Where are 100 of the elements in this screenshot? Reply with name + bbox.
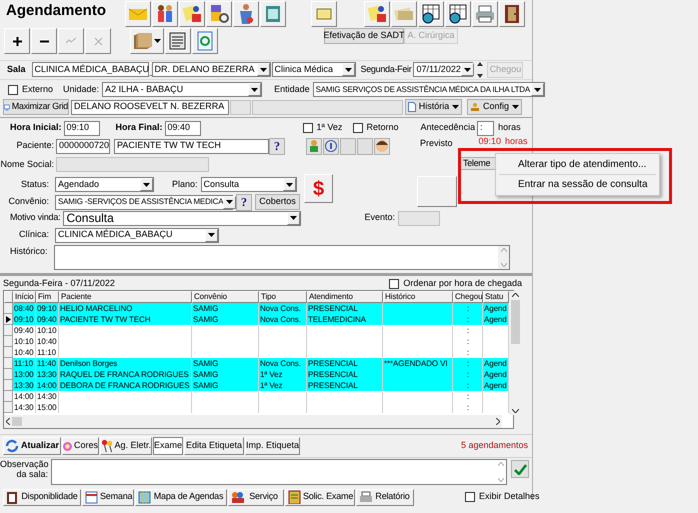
- footer-button[interactable]: Mapa de Agendas: [135, 488, 227, 506]
- scroll-thumb[interactable]: [511, 300, 520, 344]
- checkbox-label: Exibir Detalhes: [479, 490, 540, 504]
- nome-social-field[interactable]: [56, 157, 209, 172]
- clinica-dropdown[interactable]: CLINICA MÉDICA_BABAÇU: [55, 228, 219, 242]
- row-indicator[interactable]: [4, 314, 13, 325]
- checkbox[interactable]: [389, 278, 400, 288]
- room-dropdown[interactable]: CLINICA MÉDICA_BABAÇU: [32, 62, 149, 77]
- unidade-dropdown[interactable]: A2 ILHA - BABAÇU: [102, 82, 262, 97]
- table-row[interactable]: 10:40 11:10 :: [4, 347, 509, 358]
- date-caption: Segunda-Feira - 07/11/2022: [3, 276, 115, 290]
- toolbar-button[interactable]: [152, 1, 178, 27]
- checkbox-label: Retorno: [366, 121, 399, 134]
- vertical-scrollbar[interactable]: [509, 291, 522, 415]
- toolbar-button[interactable]: Ag. Eletr.: [100, 437, 152, 455]
- table-row[interactable]: 08:40 09:10 HELIO MARCELINO SAMIG Nova Cons. PRESENCIAL : Agend: [4, 303, 509, 314]
- help-button[interactable]: ?: [236, 194, 252, 210]
- column-header[interactable]: Início: [13, 291, 36, 303]
- icon-button[interactable]: [374, 138, 390, 154]
- footer-button[interactable]: Serviço: [228, 488, 284, 506]
- text-field[interactable]: [230, 100, 251, 114]
- action-button[interactable]: Efetivação de SADT: [324, 28, 404, 44]
- scroll-thumb[interactable]: [12, 417, 22, 426]
- doctor-name-field[interactable]: DELANO ROOSEVELT N. BEZERRA: [71, 100, 229, 114]
- toolbar-button[interactable]: Cores: [62, 437, 99, 455]
- scrollbar[interactable]: [495, 460, 506, 484]
- toolbar-button[interactable]: [445, 1, 471, 27]
- cobertos-button[interactable]: Cobertos: [255, 194, 300, 210]
- checkbox[interactable]: [352, 123, 363, 133]
- save-button[interactable]: [511, 460, 529, 478]
- toolbar-button[interactable]: [364, 1, 390, 27]
- caret-icon: [154, 39, 160, 43]
- date-field[interactable]: 07/11/2022: [413, 62, 474, 77]
- maximize-grid-button[interactable]: Maximizar Grid: [3, 99, 69, 115]
- entidade-dropdown[interactable]: SAMIG SERVIÇOS DE ASSISTÊNCIA MÉDICA DA ILHA LTDA: [312, 82, 545, 97]
- footer-button[interactable]: Semana: [82, 488, 134, 506]
- plus-icon: [12, 36, 22, 46]
- toolbar-button[interactable]: [179, 1, 205, 27]
- table-row[interactable]: 09:40 10:10 :: [4, 325, 509, 336]
- toolbar-button[interactable]: [4, 28, 30, 54]
- table-row[interactable]: 10:10 10:40 :: [4, 336, 509, 347]
- table-row[interactable]: 09:10 09:40 PACIENTE TW TW TECH SAMIG Nova Cons. TELEMEDICINA : Agend: [4, 314, 509, 325]
- evento-field[interactable]: [398, 210, 440, 226]
- antecedencia-field[interactable]: :: [477, 120, 494, 136]
- text-field[interactable]: [252, 100, 403, 114]
- toolbar-button[interactable]: [165, 28, 191, 54]
- table-cell: 15:00: [36, 402, 59, 413]
- historia-button[interactable]: História: [405, 99, 462, 115]
- toolbar-button[interactable]: [206, 1, 232, 27]
- hora-final-field[interactable]: 09:40: [164, 120, 201, 136]
- column-header[interactable]: Chegou: [453, 291, 483, 303]
- folders-icon: [134, 33, 152, 49]
- table-row[interactable]: 14:00 14:30 :: [4, 391, 509, 402]
- help-button[interactable]: ?: [269, 138, 285, 154]
- patient-code-field[interactable]: 0000000720: [56, 138, 110, 154]
- horizontal-scrollbar[interactable]: [4, 415, 502, 428]
- column-header[interactable]: Paciente: [59, 291, 192, 303]
- column-header[interactable]: Fim: [36, 291, 59, 303]
- specialty-dropdown[interactable]: Clinica Médica: [272, 62, 356, 77]
- spin-button[interactable]: [475, 62, 486, 78]
- column-header[interactable]: Convênio: [192, 291, 259, 303]
- observacao-field[interactable]: [51, 459, 507, 485]
- toolbar-button[interactable]: [31, 28, 57, 54]
- status-dropdown[interactable]: Agendado: [55, 177, 154, 192]
- table-row[interactable]: 14:30 15:00 :: [4, 402, 509, 413]
- caret-icon: [226, 200, 234, 204]
- menu-item[interactable]: Entrar na sessão de consulta: [496, 176, 659, 193]
- toolbar-button[interactable]: [499, 1, 525, 27]
- folder-dropdown-button[interactable]: [130, 28, 164, 54]
- toolbar-button[interactable]: [418, 1, 444, 27]
- footer-button[interactable]: Relatório: [356, 488, 414, 506]
- table-row[interactable]: 13:00 13:30 RAQUEL DE FRANCA RODRIGUES SAMIG 1ª Vez PRESENCIAL : Agend: [4, 369, 509, 380]
- config-button[interactable]: Config: [467, 99, 522, 115]
- table-row[interactable]: 13:30 14:00 DEBORA DE FRANCA RODRIGUES SAMIG 1ª Vez PRESENCIAL : Agend: [4, 380, 509, 391]
- toolbar-button[interactable]: Edita Etiqueta: [184, 437, 244, 455]
- toolbar-button[interactable]: Exame: [153, 437, 183, 455]
- toolbar-button[interactable]: Imp. Etiqueta: [245, 437, 300, 455]
- plano-dropdown[interactable]: Consulta: [200, 177, 297, 192]
- footer-button[interactable]: Solic. Exame: [285, 488, 355, 506]
- column-header[interactable]: Atendimento: [307, 291, 383, 303]
- doctor-dropdown[interactable]: DR. DELANO BEZERRA: [152, 62, 271, 77]
- hora-inicial-field[interactable]: 09:10: [64, 120, 100, 136]
- column-header[interactable]: Histórico: [383, 291, 453, 303]
- checkbox[interactable]: [8, 84, 18, 94]
- historico-field[interactable]: [54, 245, 510, 270]
- blank-panel: [417, 176, 457, 207]
- field-label: Observação da sala:: [0, 459, 48, 479]
- icon-button[interactable]: [323, 138, 339, 154]
- scrollbar[interactable]: [498, 246, 509, 269]
- checkbox[interactable]: [302, 123, 313, 133]
- motivo-dropdown[interactable]: Consulta: [63, 210, 302, 226]
- checkbox[interactable]: [465, 492, 475, 502]
- toolbar-button[interactable]: Atualizar: [3, 437, 61, 455]
- patient-name-field[interactable]: PACIENTE TW TW TECH: [114, 138, 269, 154]
- column-header[interactable]: Tipo: [259, 291, 307, 303]
- price-button[interactable]: $: [304, 174, 333, 203]
- column-header[interactable]: Statu: [483, 291, 509, 303]
- footer-button[interactable]: Disponiblidade: [3, 488, 81, 506]
- convenio-dropdown[interactable]: SAMIG -SERVIÇOS DE ASSISTÊNCIA MEDICA: [55, 194, 233, 210]
- table-row[interactable]: 11:10 11:40 Denilson Borges SAMIG Nova Cons. PRESENCIAL ***AGENDADO VI : Agend: [4, 358, 509, 369]
